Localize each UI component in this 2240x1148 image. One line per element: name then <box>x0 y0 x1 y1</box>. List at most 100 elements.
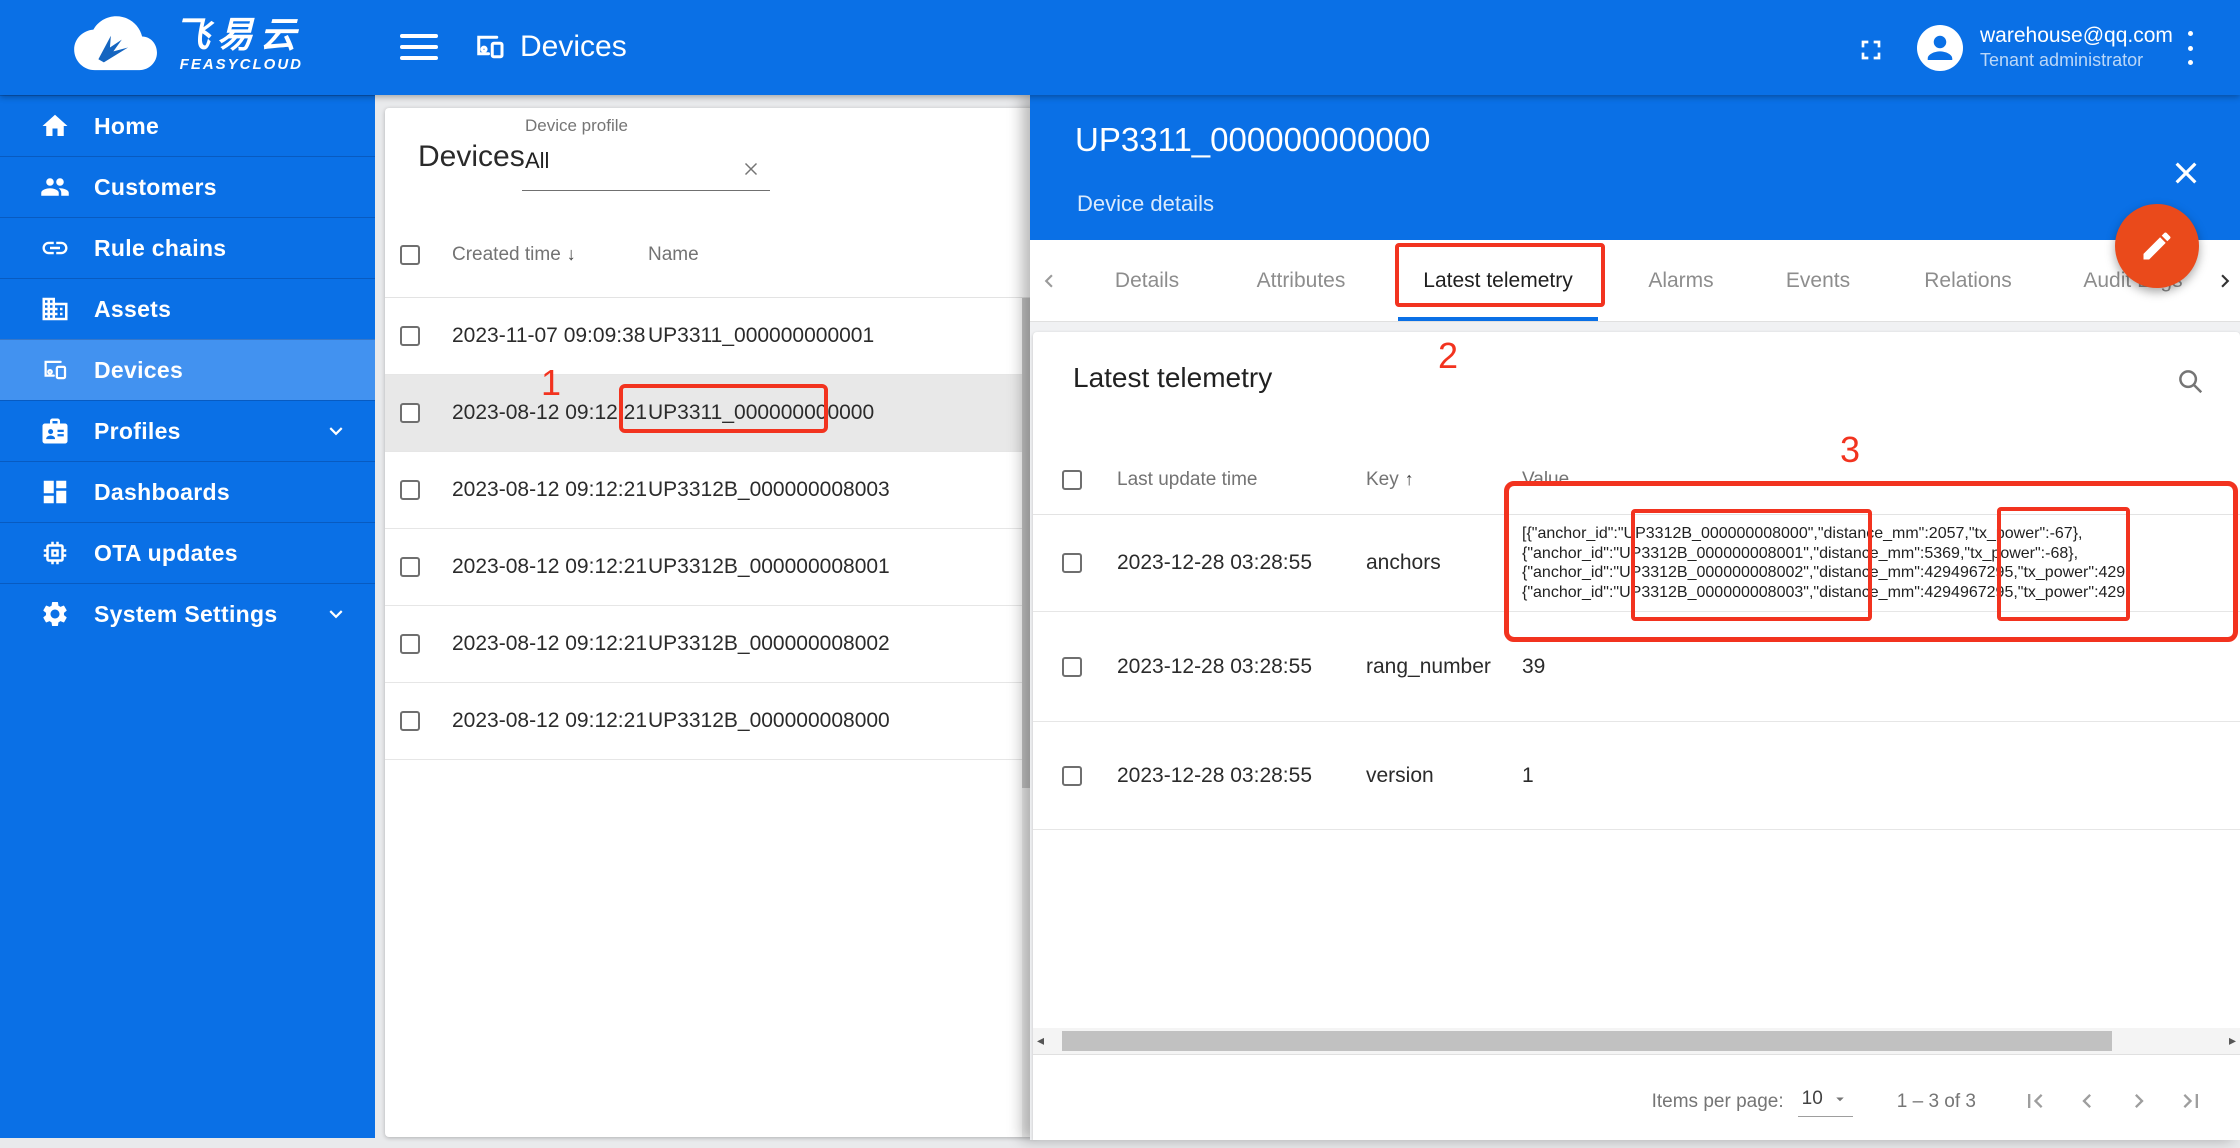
key-cell: version <box>1366 763 1434 787</box>
row-checkbox[interactable] <box>400 557 420 577</box>
row-checkbox[interactable] <box>400 634 420 654</box>
row-checkbox[interactable] <box>400 711 420 731</box>
tab-latest-telemetry[interactable]: Latest telemetry <box>1423 240 1572 322</box>
device-row[interactable]: 2023-08-12 09:12:21 UP3312B_000000008002 <box>385 606 1040 683</box>
customers-icon <box>40 172 70 202</box>
device-name-cell: UP3312B_000000008002 <box>648 632 890 655</box>
select-all-checkbox[interactable] <box>1062 469 1082 490</box>
close-icon[interactable] <box>2170 157 2202 189</box>
name-column-header[interactable]: Name <box>648 244 699 266</box>
brand-name-en: FEASYCLOUD <box>179 55 304 73</box>
key-cell: anchors <box>1366 551 1441 574</box>
sidebar: Home Customers Rule chains Assets Device… <box>0 95 375 1138</box>
list-scrollbar[interactable] <box>1022 298 1030 1137</box>
sidebar-item-label: Dashboards <box>94 478 230 505</box>
pencil-icon <box>2143 232 2171 260</box>
row-checkbox[interactable] <box>400 403 420 423</box>
sidebar-item-ota-updates[interactable]: OTA updates <box>0 522 375 583</box>
brand-name-cn: 飞易云 <box>174 13 304 55</box>
value-cell: 39 <box>1522 654 1546 678</box>
sidebar-item-rule-chains[interactable]: Rule chains <box>0 217 375 278</box>
tab-scroll-left-icon[interactable] <box>1036 268 1062 294</box>
telemetry-row-rang-number[interactable]: 2023-12-28 03:28:55 rang_number 39 <box>1033 612 2240 722</box>
filter-clear-icon[interactable] <box>740 158 762 180</box>
ota-updates-icon <box>40 538 70 568</box>
sidebar-item-label: Profiles <box>94 417 181 444</box>
horizontal-scrollbar[interactable]: ◂ ▸ <box>1033 1028 2240 1054</box>
sidebar-item-label: OTA updates <box>94 539 238 566</box>
tab-alarms[interactable]: Alarms <box>1648 240 1713 322</box>
sidebar-item-assets[interactable]: Assets <box>0 278 375 339</box>
devices-list-panel: Devices Device profile All Created time ↓… <box>385 108 1040 1137</box>
sidebar-item-system-settings[interactable]: System Settings <box>0 583 375 644</box>
pagination-range: 1 – 3 of 3 <box>1896 1091 1976 1112</box>
fullscreen-button[interactable] <box>1855 34 1887 66</box>
row-checkbox[interactable] <box>1062 656 1082 677</box>
device-row[interactable]: 2023-08-12 09:12:21 UP3312B_000000008001 <box>385 529 1040 606</box>
created-time-column-header[interactable]: Created time ↓ <box>452 244 576 266</box>
tab-scroll-right-icon[interactable] <box>2212 268 2238 294</box>
device-name-cell: UP3311_000000000000 <box>648 401 875 424</box>
device-profile-filter-label: Device profile <box>525 116 628 135</box>
latest-telemetry-card: Latest telemetry Last update time Key ↑ V… <box>1033 332 2240 1140</box>
user-email: warehouse@qq.com <box>1980 24 2173 47</box>
edit-device-fab[interactable] <box>2115 204 2199 288</box>
row-checkbox[interactable] <box>1062 765 1082 786</box>
created-time-cell: 2023-08-12 09:12:21 <box>452 632 647 655</box>
key-column-header[interactable]: Key ↑ <box>1366 469 1414 491</box>
row-checkbox[interactable] <box>400 326 420 346</box>
device-row[interactable]: 2023-08-12 09:12:21 UP3312B_000000008003 <box>385 452 1040 529</box>
items-per-page-select[interactable]: 10 <box>1797 1088 1853 1117</box>
assets-icon <box>40 294 70 324</box>
dashboards-icon <box>40 477 70 507</box>
device-row[interactable]: 2023-11-07 09:09:38 UP3311_000000000001 <box>385 298 1040 375</box>
tab-relations[interactable]: Relations <box>1924 240 2012 322</box>
tab-details[interactable]: Details <box>1115 240 1179 322</box>
user-info[interactable]: warehouse@qq.com Tenant administrator <box>1980 22 2173 73</box>
sidebar-item-customers[interactable]: Customers <box>0 156 375 217</box>
last-update-time-column-header[interactable]: Last update time <box>1117 469 1257 491</box>
device-profile-filter-value[interactable]: All <box>525 148 549 174</box>
telemetry-row-version[interactable]: 2023-12-28 03:28:55 version 1 <box>1033 722 2240 830</box>
sidebar-item-dashboards[interactable]: Dashboards <box>0 461 375 522</box>
dropdown-caret-icon <box>1836 1097 1844 1101</box>
sidebar-item-label: Assets <box>94 295 172 322</box>
last-update-time-cell: 2023-12-28 03:28:55 <box>1117 654 1312 678</box>
tab-events[interactable]: Events <box>1786 240 1850 322</box>
last-page-icon[interactable] <box>2172 1083 2210 1121</box>
value-column-header: Value <box>1522 468 1570 490</box>
active-tab-underline <box>1398 317 1598 321</box>
telemetry-section-title: Latest telemetry <box>1073 362 1273 393</box>
menu-toggle-button[interactable] <box>400 34 438 60</box>
first-page-icon[interactable] <box>2016 1083 2054 1121</box>
devices-icon <box>40 355 70 385</box>
sidebar-item-devices[interactable]: Devices <box>0 339 375 400</box>
devices-table-header: Created time ↓ Name <box>385 212 1040 298</box>
tab-attributes[interactable]: Attributes <box>1257 240 1346 322</box>
more-menu-button[interactable] <box>2180 31 2200 65</box>
scrollbar-thumb[interactable] <box>1062 1031 2112 1051</box>
row-checkbox[interactable] <box>400 480 420 500</box>
home-icon <box>40 111 70 141</box>
previous-page-icon[interactable] <box>2068 1083 2106 1121</box>
created-time-cell: 2023-08-12 09:12:21 <box>452 401 647 424</box>
scroll-right-icon[interactable]: ▸ <box>2229 1032 2236 1049</box>
user-avatar[interactable] <box>1917 25 1963 71</box>
rule-chains-icon <box>40 233 70 263</box>
details-tab-bar: Details Attributes Latest telemetry Alar… <box>1030 240 2240 322</box>
value-cell-json: [{"anchor_id":"UP3312B_000000008000","di… <box>1522 525 2126 601</box>
devices-icon <box>472 29 508 65</box>
device-row[interactable]: 2023-08-12 09:12:21 UP3312B_000000008000 <box>385 683 1040 760</box>
pagination-bar: Items per page: 10 1 – 3 of 3 <box>1652 1080 2210 1124</box>
next-page-icon[interactable] <box>2120 1083 2158 1121</box>
device-row-selected[interactable]: 2023-08-12 09:12:21 UP3311_000000000000 <box>385 375 1040 452</box>
row-checkbox[interactable] <box>1062 553 1082 573</box>
select-all-checkbox[interactable] <box>400 244 420 265</box>
created-time-cell: 2023-08-12 09:12:21 <box>452 555 647 578</box>
search-icon[interactable] <box>2175 366 2205 396</box>
sidebar-item-home[interactable]: Home <box>0 95 375 156</box>
telemetry-row-anchors[interactable]: 2023-12-28 03:28:55 anchors [{"anchor_id… <box>1033 515 2240 612</box>
details-subtitle: Device details <box>1077 191 1214 216</box>
sidebar-item-profiles[interactable]: Profiles <box>0 400 375 461</box>
scroll-left-icon[interactable]: ◂ <box>1037 1032 1044 1049</box>
